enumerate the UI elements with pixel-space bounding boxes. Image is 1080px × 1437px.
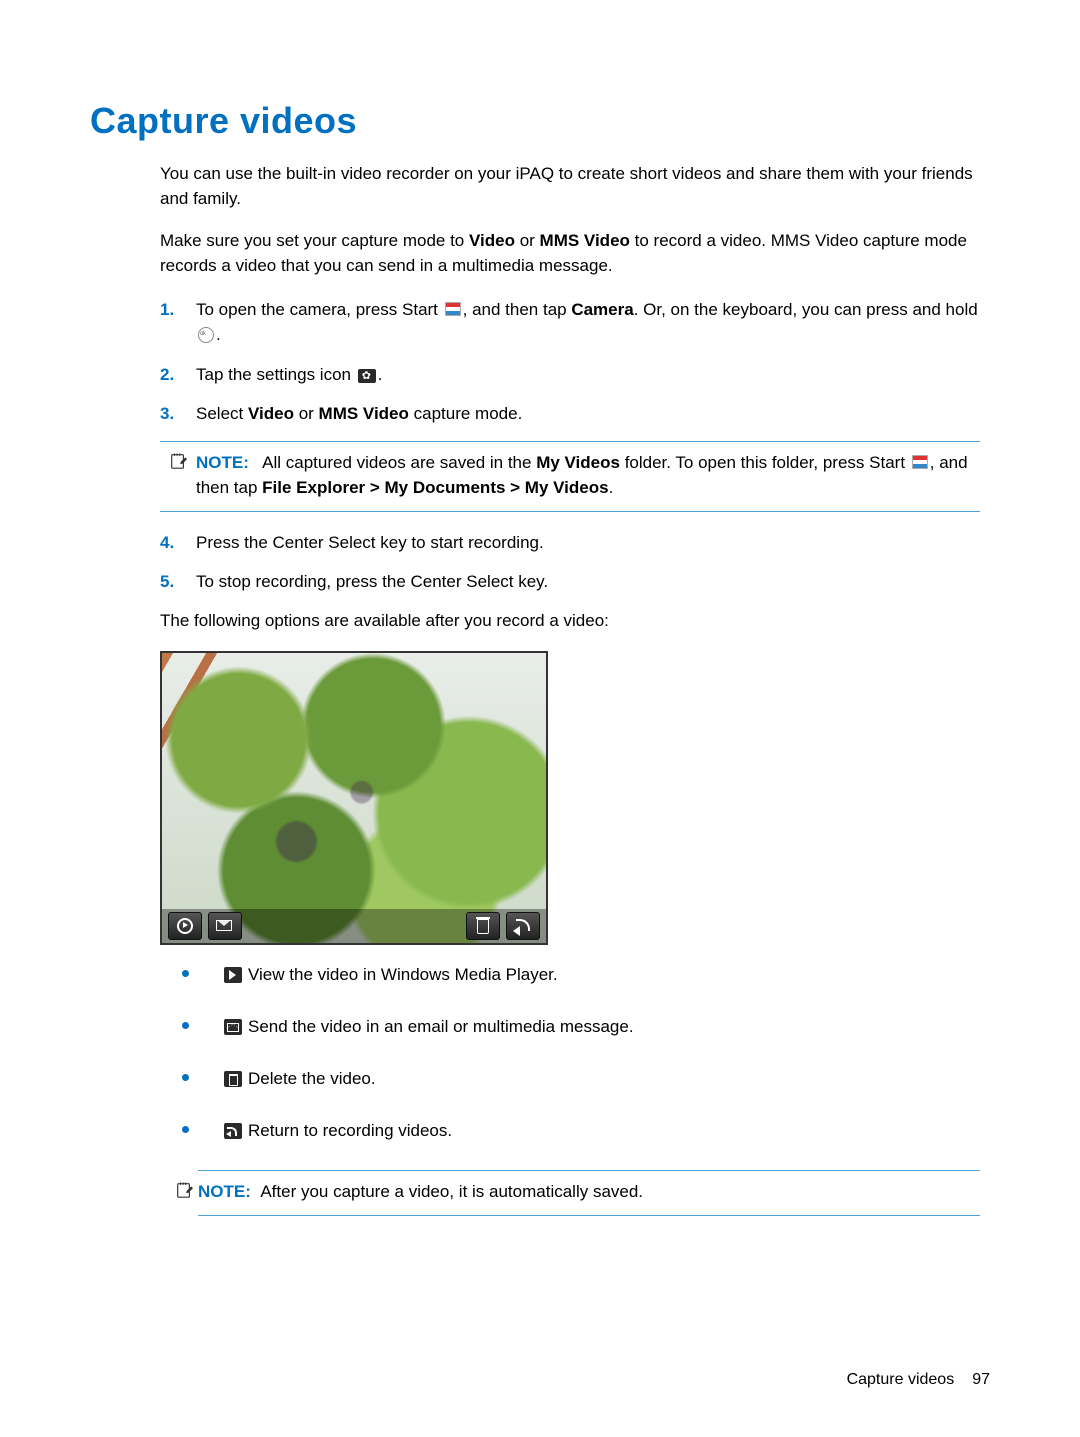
page-title: Capture videos	[90, 100, 990, 142]
text: . Or, on the keyboard, you can press and…	[634, 300, 978, 319]
mail-icon	[224, 1019, 242, 1035]
text: To open the camera, press Start	[196, 300, 443, 319]
text: Press the Center Select key to start rec…	[196, 533, 544, 552]
screenshot-toolbar	[162, 909, 546, 943]
note-box-2: NOTE: After you capture a video, it is a…	[198, 1170, 980, 1216]
text: After you capture a video, it is automat…	[260, 1182, 643, 1201]
video-preview-screenshot	[160, 651, 548, 945]
option-return: Return to recording videos.	[160, 1119, 980, 1143]
bold-video: Video	[248, 404, 294, 423]
text: Select	[196, 404, 248, 423]
text: All captured videos are saved in the	[262, 453, 536, 472]
text: Make sure you set your capture mode to	[160, 231, 469, 250]
note-icon	[175, 1181, 193, 1199]
text: Delete the video.	[248, 1069, 376, 1088]
step-3: 3. Select Video or MMS Video capture mod…	[160, 401, 980, 512]
bold-path: File Explorer > My Documents > My Videos	[262, 478, 608, 497]
page-number: 97	[972, 1371, 990, 1388]
option-send: Send the video in an email or multimedia…	[160, 1015, 980, 1039]
play-icon	[224, 967, 242, 983]
trash-icon	[466, 912, 500, 940]
option-play: View the video in Windows Media Player.	[160, 963, 980, 987]
intro-paragraph-1: You can use the built-in video recorder …	[160, 162, 980, 211]
ok-button-icon	[198, 327, 214, 343]
start-flag-icon	[445, 302, 461, 316]
text: capture mode.	[409, 404, 522, 423]
settings-icon	[358, 369, 376, 383]
page-footer: Capture videos 97	[847, 1371, 990, 1389]
text: , and then tap	[463, 300, 572, 319]
text: or	[515, 231, 540, 250]
text: Tap the settings icon	[196, 365, 356, 384]
intro-paragraph-2: Make sure you set your capture mode to V…	[160, 229, 980, 278]
note-box-1: NOTE: All captured videos are saved in t…	[160, 441, 980, 512]
text: View the video in Windows Media Player.	[248, 965, 558, 984]
text: Return to recording videos.	[248, 1121, 452, 1140]
trash-icon	[224, 1071, 242, 1087]
option-delete: Delete the video.	[160, 1067, 980, 1091]
bold-camera: Camera	[571, 300, 633, 319]
bold-mms-video: MMS Video	[540, 231, 630, 250]
text: folder. To open this folder, press Start	[620, 453, 910, 472]
step-1: 1. To open the camera, press Start , and…	[160, 297, 980, 348]
options-list: View the video in Windows Media Player. …	[160, 963, 980, 1142]
text: or	[294, 404, 319, 423]
step-number: 5.	[160, 569, 174, 595]
note-label: NOTE:	[196, 453, 249, 472]
note-label: NOTE:	[198, 1182, 251, 1201]
bold-mms-video: MMS Video	[319, 404, 409, 423]
footer-section: Capture videos	[847, 1371, 955, 1388]
step-5: 5. To stop recording, press the Center S…	[160, 569, 980, 595]
return-icon	[224, 1123, 242, 1139]
step-number: 3.	[160, 401, 174, 427]
step-number: 4.	[160, 530, 174, 556]
bold-my-videos: My Videos	[536, 453, 620, 472]
note-icon	[169, 452, 187, 470]
mail-icon	[208, 912, 242, 940]
steps-list: 1. To open the camera, press Start , and…	[160, 297, 980, 595]
text: To stop recording, press the Center Sele…	[196, 572, 548, 591]
step-number: 2.	[160, 362, 174, 388]
text: .	[609, 478, 614, 497]
text: Send the video in an email or multimedia…	[248, 1017, 634, 1036]
step-2: 2. Tap the settings icon .	[160, 362, 980, 388]
text: .	[216, 325, 221, 344]
step-number: 1.	[160, 297, 174, 323]
text: .	[378, 365, 383, 384]
document-page: Capture videos You can use the built-in …	[0, 0, 1080, 1437]
bold-video: Video	[469, 231, 515, 250]
after-record-text: The following options are available afte…	[160, 609, 980, 634]
play-icon	[168, 912, 202, 940]
back-icon	[506, 912, 540, 940]
start-flag-icon	[912, 455, 928, 469]
step-4: 4. Press the Center Select key to start …	[160, 530, 980, 556]
body-content: You can use the built-in video recorder …	[160, 162, 980, 1142]
